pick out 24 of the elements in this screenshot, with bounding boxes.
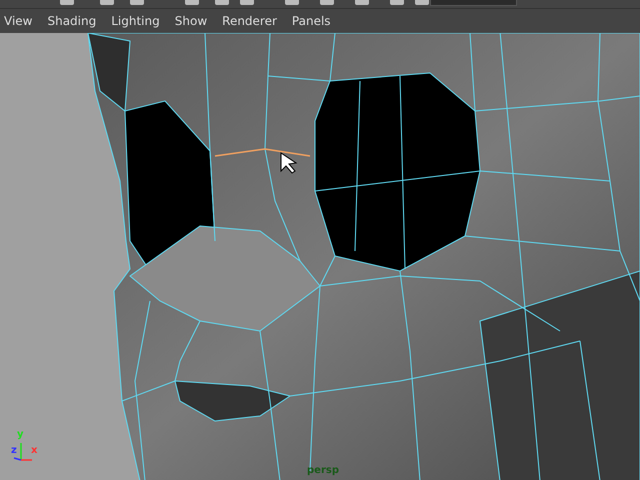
menu-item[interactable]: Show [170,14,214,28]
toolbar-icon[interactable] [415,0,429,5]
toolbar-icon[interactable] [355,0,369,5]
axis-label: x [31,445,38,457]
toolbar-icon[interactable] [130,0,144,5]
toolbar-icon[interactable] [240,0,254,5]
toolbar-icon[interactable] [285,0,299,5]
axis-label: y [17,429,24,441]
toolbar-icon[interactable] [390,0,404,5]
menu-item[interactable]: Panels [288,14,338,28]
menu-item[interactable]: Renderer [218,14,284,28]
axis-indicator-icon [14,443,32,461]
toolbar-icon[interactable] [185,0,199,5]
menu-item[interactable]: Lighting [107,14,167,28]
toolbar-icon[interactable] [320,0,334,5]
cursor-icon [280,152,298,174]
camera-label: persp [307,465,339,477]
menu-item[interactable]: View [0,14,40,28]
toolbar-icon[interactable] [60,0,74,5]
toolbar-icon[interactable] [215,0,229,5]
toolbar-icon[interactable] [100,0,114,5]
menu-item[interactable]: Shading [43,14,104,28]
axis-label: z [11,445,17,457]
toolbar-field[interactable] [430,0,517,6]
